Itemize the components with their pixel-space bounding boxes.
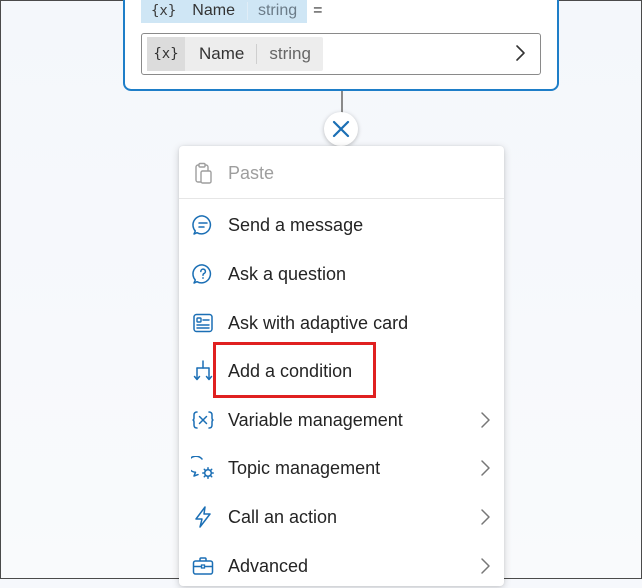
adaptive-card-icon (191, 311, 215, 335)
menu-item-label: Paste (228, 162, 275, 183)
clipboard-icon (191, 161, 215, 185)
menu-item-send-message[interactable]: Send a message (179, 203, 504, 247)
assignment-row: {x} Name string = (141, 0, 322, 23)
question-bubble-icon (191, 262, 215, 286)
briefcase-icon (191, 554, 215, 578)
chevron-right-icon (481, 558, 490, 574)
flow-connector (341, 91, 343, 113)
menu-item-variable-management[interactable]: Variable management (179, 398, 504, 442)
menu-item-label: Call an action (228, 506, 338, 527)
close-menu-button[interactable] (324, 112, 358, 146)
menu-item-topic-management[interactable]: Topic management (179, 446, 504, 490)
variable-token[interactable]: {x} Name string (141, 0, 308, 23)
menu-item-label: Variable management (228, 409, 403, 430)
menu-item-label: Add a condition (228, 360, 353, 381)
value-variable-chip[interactable]: {x} Name string (147, 37, 323, 71)
chevron-right-icon (481, 460, 490, 476)
branch-icon (191, 359, 215, 383)
menu-item-label: Ask with adaptive card (228, 312, 409, 333)
menu-item-adaptive-card[interactable]: Ask with adaptive card (179, 301, 504, 345)
variable-chip-type: string (256, 44, 323, 64)
variable-token-name: Name (192, 2, 235, 19)
add-node-menu: Paste Send a message Ask a question Ask … (179, 146, 504, 586)
variable-token-icon: {x} (151, 3, 177, 19)
menu-item-paste[interactable]: Paste (179, 151, 504, 195)
chevron-right-icon[interactable] (510, 43, 530, 63)
chat-bubble-icon (191, 213, 215, 237)
value-input-field[interactable]: {x} Name string (141, 33, 541, 75)
chevron-right-icon (481, 509, 490, 525)
lightning-icon (191, 505, 215, 529)
topic-settings-icon (191, 456, 215, 480)
chevron-right-icon (481, 412, 490, 428)
variable-chip-name: Name (199, 44, 245, 63)
equals-operator: = (313, 2, 323, 19)
variable-chip-icon: {x} (147, 37, 185, 71)
menu-item-label: Ask a question (228, 263, 347, 284)
set-variable-node[interactable]: {x} Name string = {x} Name string (123, 0, 559, 91)
variable-token-type: string (246, 2, 307, 20)
menu-item-add-condition[interactable]: Add a condition (179, 349, 504, 393)
menu-item-ask-question[interactable]: Ask a question (179, 252, 504, 296)
menu-item-call-action[interactable]: Call an action (179, 495, 504, 539)
close-icon (332, 120, 350, 138)
menu-item-label: Topic management (228, 457, 381, 478)
menu-divider (179, 198, 504, 199)
menu-item-label: Advanced (228, 555, 309, 576)
menu-item-advanced[interactable]: Advanced (179, 544, 504, 588)
variable-icon (191, 408, 215, 432)
menu-item-label: Send a message (228, 214, 364, 235)
